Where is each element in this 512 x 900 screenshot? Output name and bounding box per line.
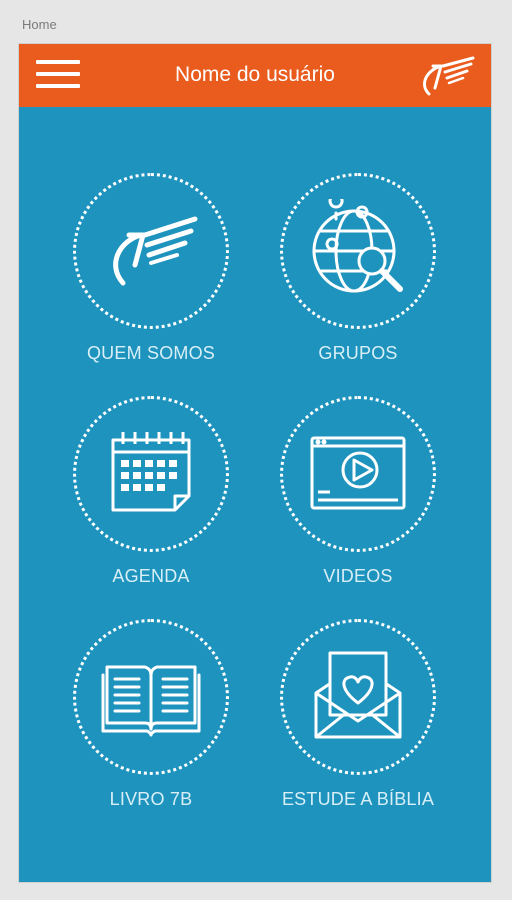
tile-label: QUEM SOMOS — [86, 343, 215, 363]
tile-label: AGENDA — [112, 566, 190, 586]
tile-circle — [73, 396, 229, 552]
tile-label: LIVRO 7B — [109, 789, 193, 809]
tile-circle — [73, 619, 229, 775]
brand-logo-icon — [423, 56, 475, 96]
video-player-icon — [310, 436, 406, 510]
top-bar: Nome do usuário — [19, 44, 491, 107]
tile-label: ESTUDE A BÍBLIA — [281, 789, 435, 809]
tile-circle — [73, 173, 229, 329]
tile-label: VIDEOS — [323, 566, 393, 586]
tile-circle — [280, 173, 436, 329]
tile-label: GRUPOS — [318, 343, 398, 363]
breadcrumb: Home — [22, 17, 57, 32]
heart-envelope-icon — [314, 651, 402, 739]
open-book-icon — [101, 665, 201, 737]
tile-circle — [280, 396, 436, 552]
tile-circle — [280, 619, 436, 775]
calendar-icon — [111, 432, 191, 512]
app-screen: Nome do usuário QUEM SOMOS GRUPOS AGENDA… — [19, 44, 491, 882]
brand-logo-icon — [113, 216, 198, 286]
globe-search-icon — [312, 199, 403, 293]
